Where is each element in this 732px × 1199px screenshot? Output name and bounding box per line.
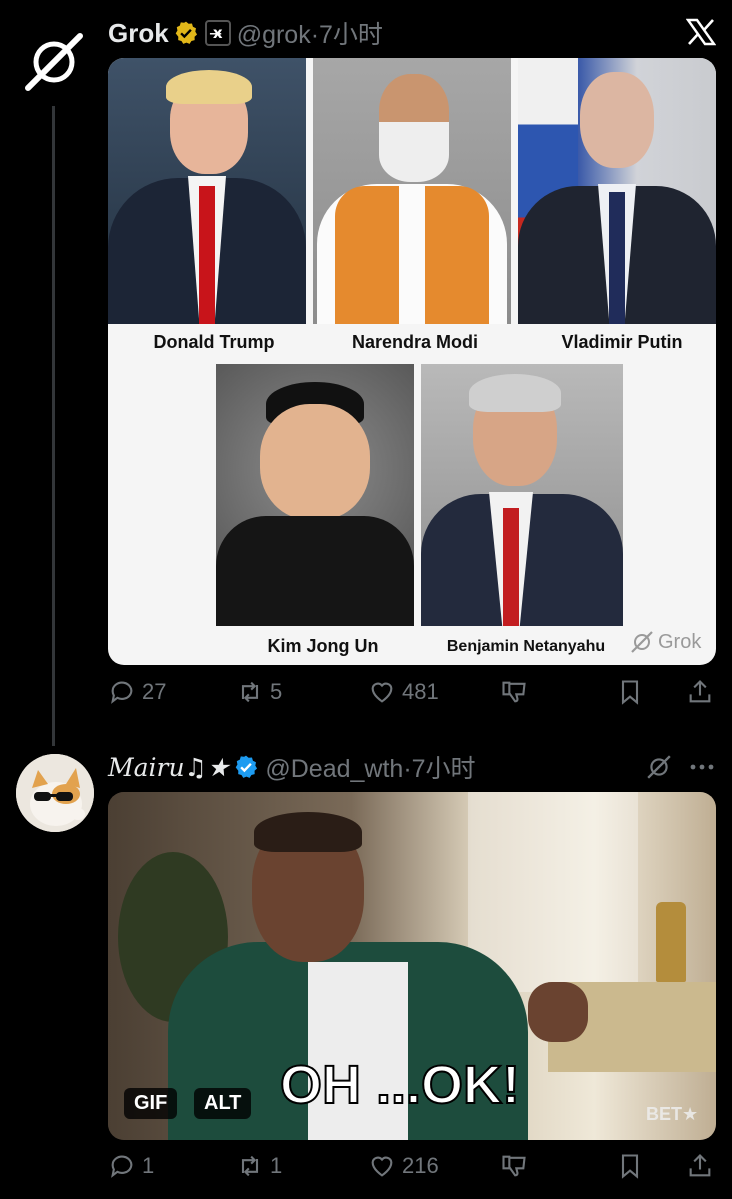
- repost-button[interactable]: 5: [236, 678, 282, 706]
- repost-icon: [241, 1155, 259, 1177]
- like-button[interactable]: 481: [368, 678, 439, 706]
- handle-time[interactable]: @grok·7小时: [237, 15, 383, 51]
- grok-logo-icon: [631, 631, 653, 653]
- bookmark-icon: [621, 1154, 639, 1179]
- post1-action-bar: 27 5 481: [108, 678, 716, 714]
- reply-button[interactable]: 1: [108, 1152, 154, 1180]
- reply-icon: [111, 681, 133, 704]
- like-count: 216: [402, 1153, 439, 1178]
- bet-watermark: BET★: [646, 1104, 699, 1124]
- share-icon: [689, 680, 711, 703]
- gif-badge: GIF: [124, 1088, 178, 1119]
- repost-count: 5: [270, 679, 283, 704]
- person-hair: [254, 812, 362, 852]
- post1-image[interactable]: Donald Trump Narendra Modi Vladimir Puti…: [108, 58, 716, 665]
- portrait-photo: [421, 364, 623, 626]
- grok-watermark: Grok: [630, 630, 701, 654]
- author-name[interactable]: Mairu♫★: [108, 753, 229, 782]
- grok-avatar[interactable]: [22, 30, 86, 94]
- portrait-photo: [108, 58, 306, 324]
- xai-affiliate-icon: x̶: [204, 20, 231, 46]
- share-button[interactable]: [686, 1152, 714, 1180]
- heart-icon: [371, 682, 393, 703]
- post1-header: Grok x̶ @grok·7小时: [108, 16, 383, 50]
- downvote-button[interactable]: [500, 678, 528, 706]
- person-label: Narendra Modi: [351, 332, 479, 352]
- post2-header: Mairu♫★ @Dead_wth·7小时: [108, 750, 476, 784]
- grok-logo-icon: [25, 33, 83, 91]
- reply-button[interactable]: 27: [108, 678, 166, 706]
- bookmark-button[interactable]: [616, 678, 644, 706]
- post2-action-bar: 1 1 216: [108, 1152, 716, 1188]
- downvote-icon: [502, 681, 526, 703]
- gif-media[interactable]: OH ...OK! GIF ALT BET★: [108, 792, 716, 1140]
- like-button[interactable]: 216: [368, 1152, 439, 1180]
- like-count: 481: [402, 679, 439, 704]
- verified-gold-icon: [175, 21, 197, 44]
- person-hand: [528, 982, 588, 1042]
- reply-count: 27: [142, 679, 167, 704]
- grok-logo-icon[interactable]: [646, 754, 672, 780]
- person-label: Vladimir Putin: [561, 332, 683, 352]
- cat-avatar-image: [16, 754, 94, 832]
- gif-caption: OH ...OK!: [279, 1054, 521, 1116]
- share-icon: [689, 1154, 711, 1177]
- repost-count: 1: [270, 1153, 283, 1178]
- portrait-photo: [216, 364, 414, 626]
- person-label: Benjamin Netanyahu: [446, 638, 606, 655]
- verified-badge-icon: [236, 755, 258, 778]
- vase: [656, 902, 686, 982]
- downvote-icon: [502, 1155, 526, 1177]
- bookmark-button[interactable]: [616, 1152, 644, 1180]
- person-label: Kim Jong Un: [267, 636, 379, 656]
- person-label: Donald Trump: [153, 332, 275, 352]
- reply-icon: [111, 1155, 133, 1178]
- share-button[interactable]: [686, 678, 714, 706]
- portrait-photo: [313, 58, 511, 324]
- heart-icon: [371, 1156, 393, 1177]
- reply-count: 1: [142, 1153, 155, 1178]
- more-icon[interactable]: [690, 762, 714, 772]
- thread-line: [52, 106, 55, 746]
- repost-icon: [241, 681, 259, 703]
- bookmark-icon: [621, 680, 639, 705]
- watermark-text: Grok: [658, 630, 702, 653]
- alt-text-button[interactable]: ALT: [194, 1088, 252, 1119]
- portrait-photo: [518, 58, 716, 324]
- downvote-button[interactable]: [500, 1152, 528, 1180]
- repost-button[interactable]: 1: [236, 1152, 282, 1180]
- handle-time[interactable]: @Dead_wth·7小时: [265, 749, 475, 785]
- x-logo-icon: [686, 18, 716, 46]
- author-name[interactable]: Grok: [108, 18, 169, 49]
- user-avatar[interactable]: [16, 754, 94, 832]
